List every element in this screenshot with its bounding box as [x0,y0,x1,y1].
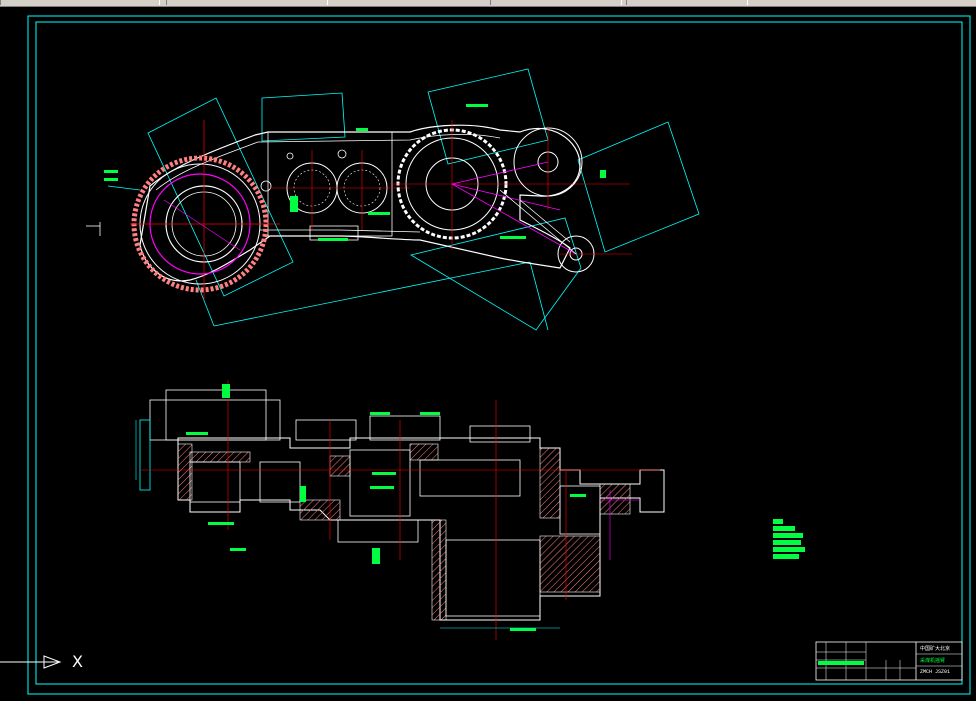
drawing-inner-frame [35,21,963,685]
title-block-school: 中国矿大北京 [920,646,951,652]
toolbar-segment[interactable] [0,0,160,5]
title-block-drawing-number: ZMCH JSZ01 [920,669,951,675]
toolbar-segment[interactable] [166,0,328,5]
technical-notes [773,519,813,561]
cad-drawing-canvas[interactable] [0,6,976,701]
drawing-outer-frame [27,15,971,695]
ucs-x-axis-label: X [72,652,83,671]
ucs-icon [0,655,62,669]
toolbar-segment[interactable] [490,0,622,5]
rocker-arm-section-view [135,380,665,640]
toolbar-segment[interactable] [626,0,748,5]
rocker-arm-top-view [86,68,700,331]
title-block-part-name: 采煤机摇臂 [920,658,946,664]
